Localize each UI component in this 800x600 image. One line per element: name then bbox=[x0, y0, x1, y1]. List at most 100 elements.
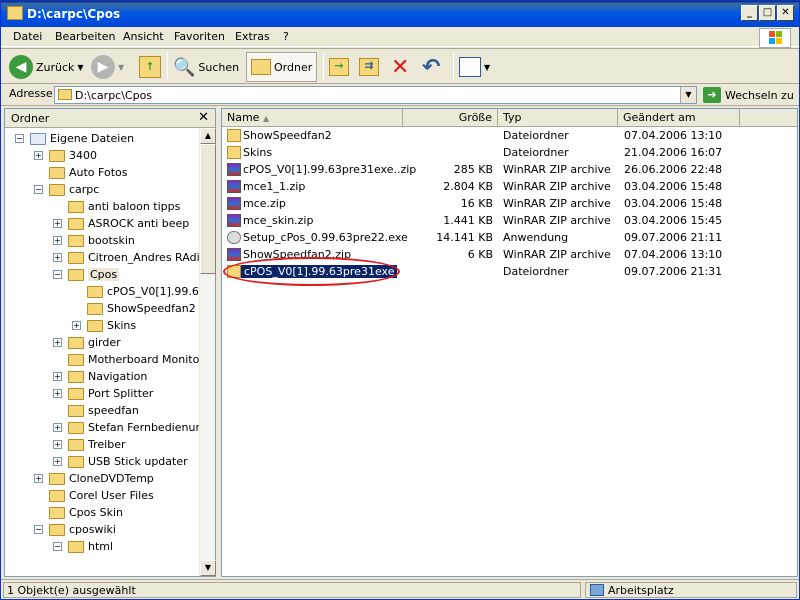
copy-to-button[interactable]: ⇉ bbox=[359, 52, 379, 82]
views-button[interactable]: ▼ bbox=[459, 52, 490, 82]
tree-item[interactable]: speedfan bbox=[53, 402, 139, 419]
file-row[interactable]: mce_skin.zip 1.441 KB WinRAR ZIP archive 03… bbox=[222, 212, 797, 229]
menu-help[interactable]: ? bbox=[283, 30, 289, 43]
expand-button[interactable]: + bbox=[72, 321, 81, 330]
menu-favoriten[interactable]: Favoriten bbox=[174, 30, 225, 43]
tree-item-label: anti baloon tipps bbox=[88, 200, 181, 213]
folders-button[interactable]: Ordner bbox=[246, 52, 318, 82]
file-name: mce.zip bbox=[243, 197, 286, 210]
undo-button[interactable]: ↶ bbox=[422, 52, 440, 82]
tree-scrollbar[interactable]: ▲ ▼ bbox=[199, 128, 216, 576]
expand-button[interactable]: + bbox=[53, 338, 62, 347]
menu-bearbeiten[interactable]: Bearbeiten bbox=[55, 30, 115, 43]
tree-item[interactable]: + bootskin bbox=[53, 232, 135, 249]
expand-button[interactable]: + bbox=[53, 423, 62, 432]
column-type[interactable]: Typ bbox=[498, 109, 618, 127]
back-button[interactable]: ◀ Zurück ▼ bbox=[9, 52, 84, 82]
expand-button[interactable]: + bbox=[53, 253, 62, 262]
collapse-button[interactable]: − bbox=[53, 542, 62, 551]
expand-button[interactable]: + bbox=[53, 219, 62, 228]
file-type: Anwendung bbox=[503, 231, 569, 244]
folder-icon bbox=[49, 472, 65, 485]
scroll-down-button[interactable]: ▼ bbox=[200, 560, 216, 576]
file-size: 14.141 KB bbox=[436, 231, 493, 244]
tree-item[interactable]: + USB Stick updater bbox=[53, 453, 188, 470]
minimize-button[interactable]: _ bbox=[741, 5, 758, 21]
tree-item[interactable]: + Citroen_Andres RAdio bbox=[53, 249, 202, 266]
tree-item[interactable]: − Cpos bbox=[53, 266, 120, 283]
title-bar[interactable]: D:\carpc\Cpos _ □ ✕ bbox=[1, 1, 799, 27]
tree-item-label: Stefan Fernbedienung bbox=[88, 421, 202, 434]
folder-icon bbox=[58, 89, 72, 100]
file-row[interactable]: Skins Dateiordner 21.04.2006 16:07 bbox=[222, 144, 797, 161]
collapse-button[interactable]: − bbox=[34, 525, 43, 534]
close-button[interactable]: ✕ bbox=[777, 5, 794, 21]
chevron-down-icon: ▼ bbox=[77, 62, 84, 72]
tree-item-label: Skins bbox=[107, 319, 137, 332]
delete-button[interactable]: ✕ bbox=[391, 52, 409, 82]
collapse-button[interactable]: − bbox=[53, 270, 62, 279]
expand-button[interactable]: + bbox=[53, 440, 62, 449]
address-dropdown-button[interactable]: ▼ bbox=[680, 87, 696, 103]
collapse-button[interactable]: − bbox=[34, 185, 43, 194]
delete-icon: ✕ bbox=[391, 54, 410, 80]
tree-item[interactable]: Corel User Files bbox=[34, 487, 154, 504]
tree-item[interactable]: − html bbox=[53, 538, 113, 555]
folder-icon bbox=[68, 387, 84, 400]
tree-item[interactable]: + Treiber bbox=[53, 436, 125, 453]
expand-button[interactable]: + bbox=[53, 389, 62, 398]
tree-item[interactable]: − cposwiki bbox=[34, 521, 116, 538]
file-row[interactable]: ShowSpeedfan2 Dateiordner 07.04.2006 13:10 bbox=[222, 127, 797, 144]
column-name[interactable]: Name ▲ bbox=[222, 109, 403, 127]
scroll-up-button[interactable]: ▲ bbox=[200, 128, 216, 144]
file-row[interactable]: Setup_cPos_0.99.63pre22.exe 14.141 KB Anwe… bbox=[222, 229, 797, 246]
file-row[interactable]: cPOS_V0[1].99.63pre31exe..zip 285 KB WinRA… bbox=[222, 161, 797, 178]
expand-button[interactable]: + bbox=[53, 372, 62, 381]
scroll-thumb[interactable] bbox=[200, 144, 216, 274]
menu-datei[interactable]: Datei bbox=[13, 30, 42, 43]
tree-item[interactable]: − carpc bbox=[34, 181, 99, 198]
tree-item-label: Motherboard Monitor bbox=[88, 353, 202, 366]
tree-item[interactable]: + girder bbox=[53, 334, 121, 351]
tree-item[interactable]: + CloneDVDTemp bbox=[34, 470, 154, 487]
tree-item-label: Citroen_Andres RAdio bbox=[88, 251, 202, 264]
tree-item[interactable]: + ASROCK anti beep bbox=[53, 215, 189, 232]
tree-item[interactable]: + Stefan Fernbedienung bbox=[53, 419, 202, 436]
file-modified: 26.06.2006 22:48 bbox=[624, 163, 723, 176]
column-size[interactable]: Größe bbox=[403, 109, 498, 127]
collapse-button[interactable]: − bbox=[15, 134, 24, 143]
column-modified[interactable]: Geändert am bbox=[618, 109, 740, 127]
expand-button[interactable]: + bbox=[34, 151, 43, 160]
tree-item[interactable]: cPOS_V0[1].99.63p bbox=[72, 283, 202, 300]
tree-item[interactable]: + Port Splitter bbox=[53, 385, 153, 402]
file-row[interactable]: mce.zip 16 KB WinRAR ZIP archive 03.04.2006… bbox=[222, 195, 797, 212]
tree-item[interactable]: Cpos Skin bbox=[34, 504, 123, 521]
forward-button[interactable]: ▶ ▼ bbox=[91, 52, 124, 82]
file-row[interactable]: mce1_1.zip 2.804 KB WinRAR ZIP archive 03.0… bbox=[222, 178, 797, 195]
folder-icon bbox=[68, 234, 84, 247]
close-pane-button[interactable]: ✕ bbox=[198, 110, 209, 125]
folder-icon bbox=[68, 370, 84, 383]
search-button[interactable]: 🔍 Suchen bbox=[173, 52, 239, 82]
tree-item[interactable]: − Eigene Dateien bbox=[15, 130, 134, 147]
tree-item[interactable]: Auto Fotos bbox=[34, 164, 127, 181]
menu-ansicht[interactable]: Ansicht bbox=[123, 30, 164, 43]
tree-item-label: cposwiki bbox=[69, 523, 116, 536]
move-to-button[interactable]: → bbox=[329, 52, 349, 82]
expand-button[interactable]: + bbox=[53, 236, 62, 245]
tree-item[interactable]: anti baloon tipps bbox=[53, 198, 180, 215]
maximize-button[interactable]: □ bbox=[759, 5, 776, 21]
address-label: Adresse bbox=[9, 87, 53, 100]
tree-item[interactable]: + Skins bbox=[72, 317, 136, 334]
expand-button[interactable]: + bbox=[53, 457, 62, 466]
file-type: Dateiordner bbox=[503, 129, 569, 142]
tree-item[interactable]: Motherboard Monitor bbox=[53, 351, 202, 368]
tree-item[interactable]: +3400 bbox=[34, 147, 97, 164]
go-button[interactable]: ➜ Wechseln zu bbox=[703, 87, 794, 103]
up-folder-button[interactable]: ↑ bbox=[139, 52, 161, 82]
address-input[interactable]: D:\carpc\Cpos ▼ bbox=[54, 86, 697, 104]
expand-button[interactable]: + bbox=[34, 474, 43, 483]
tree-item[interactable]: ShowSpeedfan2 bbox=[72, 300, 196, 317]
tree-item[interactable]: + Navigation bbox=[53, 368, 147, 385]
menu-extras[interactable]: Extras bbox=[235, 30, 270, 43]
